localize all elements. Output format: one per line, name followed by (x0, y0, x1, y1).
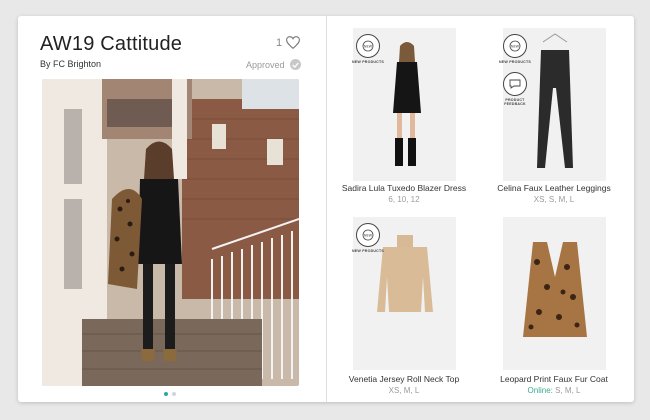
lookbook-author: By FC Brighton (40, 59, 102, 69)
product-image (503, 217, 606, 370)
like-button[interactable]: 1 (276, 36, 301, 49)
carousel-dot-2[interactable] (172, 392, 176, 396)
new-products-badge: NEW NEW PRODUCTS (498, 34, 532, 64)
status-label: Approved (246, 59, 285, 70)
new-products-label: NEW PRODUCTS (499, 60, 531, 64)
new-products-badge: NEW NEW PRODUCTS (351, 223, 385, 253)
new-products-badge: NEW NEW PRODUCTS (351, 34, 385, 64)
carousel-dots (164, 392, 176, 396)
product-sizes: XS, M, L (388, 386, 420, 395)
status-badge: Approved (246, 59, 301, 70)
product-name: Venetia Jersey Roll Neck Top (348, 374, 460, 384)
new-products-icon: NEW (503, 34, 527, 58)
product-sizes: Online: S, M, L (474, 386, 634, 395)
product-feedback-label: PRODUCT FEEDBACK (504, 98, 526, 107)
new-products-label: NEW PRODUCTS (352, 249, 384, 253)
product-sizes: XS, S, M, L (533, 195, 575, 204)
lookbook-title: AW19 Cattitude (40, 33, 183, 55)
panel-divider (326, 16, 327, 402)
carousel-dot-1[interactable] (164, 392, 168, 396)
product-sizes: 6, 10, 12 (388, 195, 420, 204)
new-products-icon: NEW (356, 34, 380, 58)
svg-text:NEW: NEW (364, 45, 373, 49)
hero-photo (42, 79, 299, 386)
like-count: 1 (276, 36, 283, 49)
new-products-label: NEW PRODUCTS (352, 60, 384, 64)
product-sizes-value: S, M, L (555, 386, 581, 395)
product-name: Sadira Lula Tuxedo Blazer Dress (341, 183, 467, 193)
lookbook-card: AW19 Cattitude By FC Brighton 1 Approved (18, 16, 634, 402)
heart-icon (286, 36, 301, 49)
check-icon (289, 59, 301, 70)
svg-text:NEW: NEW (364, 234, 373, 238)
product-feedback-badge: PRODUCT FEEDBACK (498, 72, 532, 106)
svg-text:NEW: NEW (511, 45, 520, 49)
product-name: Leopard Print Faux Fur Coat (500, 374, 608, 384)
speech-bubble-icon (503, 72, 527, 96)
lookbook-hero-image[interactable] (42, 79, 299, 386)
product-name: Celina Faux Leather Leggings (497, 183, 611, 193)
new-products-icon: NEW (356, 223, 380, 247)
online-label: Online: (527, 386, 553, 395)
